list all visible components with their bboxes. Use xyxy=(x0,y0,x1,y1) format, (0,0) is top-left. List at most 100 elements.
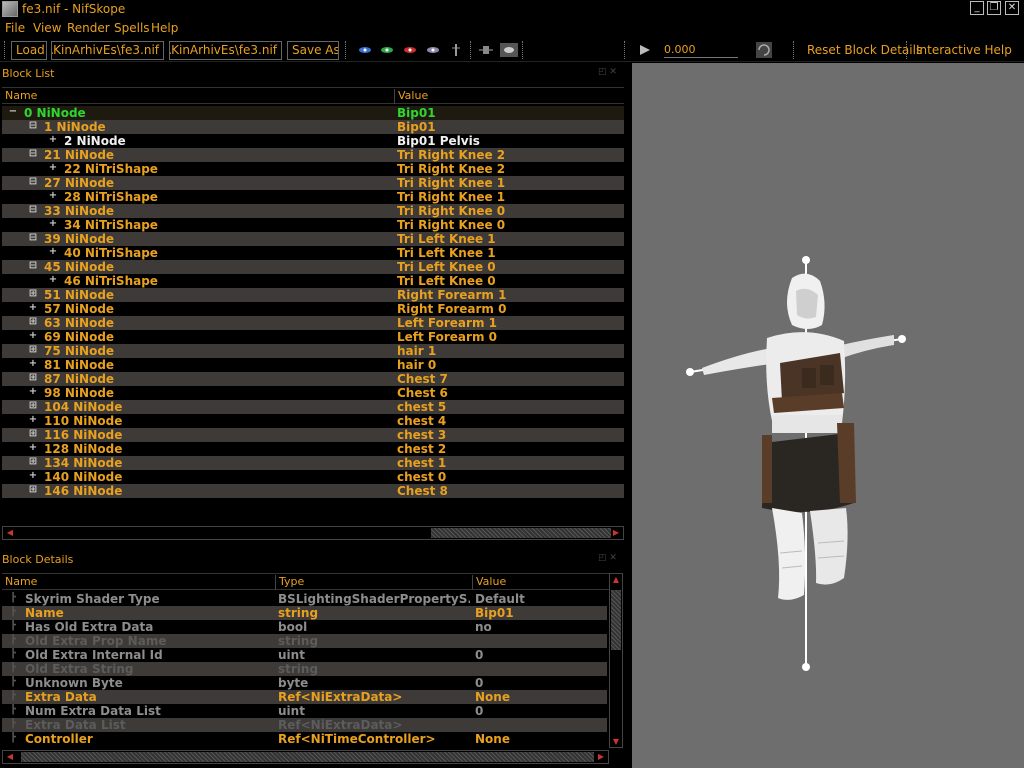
gray-eye-icon[interactable] xyxy=(424,43,442,57)
collapse-icon[interactable]: ⊟ xyxy=(28,260,38,271)
details-hscroll[interactable]: ◀ ▶ xyxy=(2,750,609,764)
scroll-down-arrow[interactable]: ▼ xyxy=(610,737,622,746)
scroll-right-arrow[interactable]: ▶ xyxy=(610,527,622,539)
block-row[interactable]: +110 NiNode chest 4 xyxy=(2,414,624,428)
block-list-col-name[interactable]: Name xyxy=(2,89,394,104)
scroll-left-arrow[interactable]: ◀ xyxy=(4,527,16,539)
block-row[interactable]: +57 NiNode Right Forearm 0 xyxy=(2,302,624,316)
expand-icon[interactable]: + xyxy=(28,414,38,425)
collapse-icon[interactable]: ⊞ xyxy=(28,344,38,355)
expand-icon[interactable]: + xyxy=(28,358,38,369)
collapse-icon[interactable]: ⊟ xyxy=(28,120,38,131)
detail-row[interactable]: ┣ Has Old Extra Data bool no xyxy=(2,620,607,634)
close-button[interactable]: ✕ xyxy=(1005,1,1019,15)
field-value[interactable]: 0 xyxy=(475,648,605,662)
block-row[interactable]: +2 NiNode Bip01 Pelvis xyxy=(2,134,624,148)
collapse-icon[interactable]: ⊞ xyxy=(28,456,38,467)
collapse-icon[interactable]: ⊞ xyxy=(28,428,38,439)
block-row[interactable]: +46 NiTriShape Tri Left Knee 0 xyxy=(2,274,624,288)
block-row[interactable]: +34 NiTriShape Tri Right Knee 0 xyxy=(2,218,624,232)
expand-icon[interactable]: + xyxy=(28,302,38,313)
expand-icon[interactable]: + xyxy=(48,274,58,285)
loop-icon[interactable] xyxy=(756,42,772,58)
block-row[interactable]: ⊞ 87 NiNode Chest 7 xyxy=(2,372,624,386)
axes-icon[interactable] xyxy=(477,43,495,57)
menu-help[interactable]: Help xyxy=(151,21,178,35)
detail-row[interactable]: ┣ Extra Data List Ref<NiExtraData> xyxy=(2,718,607,732)
expand-icon[interactable]: + xyxy=(28,442,38,453)
scroll-right-arrow[interactable]: ▶ xyxy=(595,751,607,763)
block-row[interactable]: +98 NiNode Chest 6 xyxy=(2,386,624,400)
collapse-icon[interactable]: ⊟ xyxy=(28,176,38,187)
expand-icon[interactable]: + xyxy=(48,218,58,229)
play-icon[interactable] xyxy=(636,43,654,57)
block-row[interactable]: ⊟ 33 NiNode Tri Right Knee 0 xyxy=(2,204,624,218)
collapse-icon[interactable]: ⊞ xyxy=(28,316,38,327)
field-value[interactable]: 0 xyxy=(475,676,605,690)
view-mode-icon[interactable] xyxy=(500,43,518,57)
detail-row[interactable]: ┣ Num Extra Data List uint 0 xyxy=(2,704,607,718)
field-value[interactable]: Default xyxy=(475,592,605,606)
details-col-type[interactable]: Type xyxy=(275,575,472,590)
block-row[interactable]: +22 NiTriShape Tri Right Knee 2 xyxy=(2,162,624,176)
load-button[interactable]: Load xyxy=(11,41,47,60)
detail-row[interactable]: ┣ Controller Ref<NiTimeController> None xyxy=(2,732,607,746)
collapse-icon[interactable]: ⊞ xyxy=(28,400,38,411)
load-path-field[interactable]: OBAKinArhivEs\fe3.nif xyxy=(51,41,164,60)
field-value[interactable]: 0 xyxy=(475,704,605,718)
block-row[interactable]: ⊟ 45 NiNode Tri Left Knee 0 xyxy=(2,260,624,274)
detail-row[interactable]: ┣ Name string Bip01 xyxy=(2,606,607,620)
detail-row[interactable]: ┣ Old Extra Internal Id uint 0 xyxy=(2,648,607,662)
skeleton-icon[interactable] xyxy=(447,43,465,57)
render-viewport[interactable] xyxy=(632,63,1024,768)
expand-icon[interactable]: + xyxy=(48,134,58,145)
field-value[interactable]: None xyxy=(475,732,605,746)
blue-eye-icon[interactable] xyxy=(356,43,374,57)
expand-icon[interactable]: + xyxy=(48,246,58,257)
block-row[interactable]: ⊟ 21 NiNode Tri Right Knee 2 xyxy=(2,148,624,162)
menu-file[interactable]: File xyxy=(5,21,25,35)
panel-float-close-icons[interactable]: ◰ ✕ xyxy=(598,553,617,563)
expand-icon[interactable]: + xyxy=(48,190,58,201)
block-row[interactable]: ⊞ 134 NiNode chest 1 xyxy=(2,456,624,470)
block-row[interactable]: ⊟ 27 NiNode Tri Right Knee 1 xyxy=(2,176,624,190)
collapse-icon[interactable]: ⊞ xyxy=(28,288,38,299)
expand-icon[interactable]: + xyxy=(48,162,58,173)
scroll-left-arrow[interactable]: ◀ xyxy=(4,751,16,763)
expand-icon[interactable]: + xyxy=(28,330,38,341)
menu-spells[interactable]: Spells xyxy=(114,21,150,35)
collapse-icon[interactable]: − xyxy=(8,106,18,117)
block-row[interactable]: +140 NiNode chest 0 xyxy=(2,470,624,484)
collapse-icon[interactable]: ⊟ xyxy=(28,232,38,243)
block-row[interactable]: +28 NiTriShape Tri Right Knee 1 xyxy=(2,190,624,204)
block-row[interactable]: −0 NiNode Bip01 xyxy=(2,106,624,120)
block-list-col-value[interactable]: Value xyxy=(394,89,624,104)
block-row[interactable]: ⊞ 116 NiNode chest 3 xyxy=(2,428,624,442)
scroll-thumb[interactable] xyxy=(431,528,611,538)
details-vscroll[interactable]: ▲ ▼ xyxy=(609,573,623,748)
minimize-button[interactable]: _ xyxy=(970,1,984,15)
reset-block-details-button[interactable]: Reset Block Details xyxy=(807,43,922,57)
block-row[interactable]: ⊞ 63 NiNode Left Forearm 1 xyxy=(2,316,624,330)
detail-row[interactable]: ┣ Old Extra Prop Name string xyxy=(2,634,607,648)
block-list-hscroll[interactable]: ◀ ▶ xyxy=(2,526,624,540)
expand-icon[interactable]: + xyxy=(28,386,38,397)
details-col-value[interactable]: Value xyxy=(472,575,609,590)
block-row[interactable]: +128 NiNode chest 2 xyxy=(2,442,624,456)
expand-icon[interactable]: + xyxy=(28,470,38,481)
field-value[interactable]: None xyxy=(475,690,605,704)
collapse-icon[interactable]: ⊞ xyxy=(28,372,38,383)
save-as-button[interactable]: Save As xyxy=(287,41,339,60)
block-row[interactable]: ⊟ 39 NiNode Tri Left Knee 1 xyxy=(2,232,624,246)
scroll-thumb[interactable] xyxy=(611,590,621,650)
time-slider[interactable] xyxy=(664,55,738,58)
detail-row[interactable]: ┣ Old Extra String string xyxy=(2,662,607,676)
block-row[interactable]: ⊞ 51 NiNode Right Forearm 1 xyxy=(2,288,624,302)
panel-float-close-icons[interactable]: ◰ ✕ xyxy=(598,67,617,77)
detail-row[interactable]: ┣ Extra Data Ref<NiExtraData> None xyxy=(2,690,607,704)
menu-render[interactable]: Render xyxy=(67,21,110,35)
green-eye-icon[interactable] xyxy=(378,43,396,57)
detail-row[interactable]: ┣ Unknown Byte byte 0 xyxy=(2,676,607,690)
save-path-field[interactable]: OBAKinArhivEs\fe3.nif xyxy=(169,41,282,60)
block-row[interactable]: +40 NiTriShape Tri Left Knee 1 xyxy=(2,246,624,260)
